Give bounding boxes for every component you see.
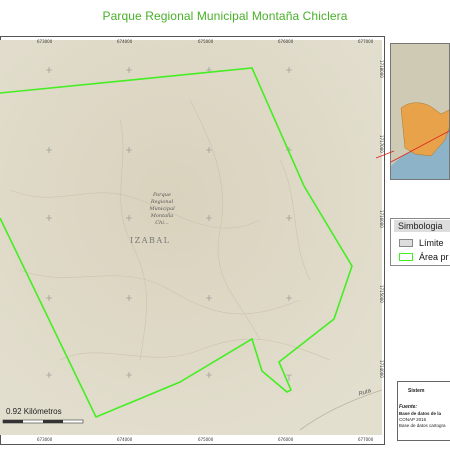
boundary-polygon	[0, 67, 353, 419]
coord-bottom-5: 677000	[358, 437, 374, 442]
locator-pointer-line	[375, 150, 395, 159]
coord-right-1: 1718000	[379, 60, 384, 78]
park-name-label: Parque Regional Municipal Montaña Chi...	[138, 192, 186, 227]
town-label: IZABAL	[130, 236, 171, 245]
scale-label: 0.92 Kilómetros	[6, 407, 62, 416]
info-line: Base de datos cartogra	[399, 423, 446, 428]
legend-title: Simbologia	[394, 220, 450, 232]
legend-swatch-limite	[399, 239, 413, 247]
legend-panel: Simbologia Límite Área pr	[390, 218, 450, 266]
legend-swatch-area	[399, 253, 413, 261]
coord-top-5: 677000	[358, 39, 374, 44]
coord-right-4: 1715000	[379, 285, 384, 303]
legend-item-label: Área pr	[419, 252, 449, 262]
coord-top-1: 673000	[37, 39, 53, 44]
coord-top-3: 675000	[198, 39, 214, 44]
park-label-line: Montaña	[150, 213, 174, 219]
park-boundary[interactable]	[0, 40, 382, 435]
map-area[interactable]	[0, 40, 382, 435]
coord-bottom-2: 674000	[117, 437, 133, 442]
coord-bottom-3: 675000	[198, 437, 214, 442]
coord-right-5: 1714000	[379, 360, 384, 378]
coord-bottom-4: 676000	[278, 437, 294, 442]
info-panel: Sistem Fuente: Base de datos de la CONAP…	[397, 381, 450, 441]
coord-right-3: 1716000	[379, 210, 384, 228]
park-label-line: Chi...	[155, 220, 169, 226]
info-source-label: Fuente:	[399, 404, 418, 410]
coord-top-2: 674000	[117, 39, 133, 44]
info-heading: Sistem	[408, 388, 425, 394]
coord-bottom-1: 673000	[37, 437, 53, 442]
legend-item-label: Límite	[419, 238, 444, 248]
park-label-line: Municipal	[149, 206, 175, 212]
map-title: Parque Regional Municipal Montaña Chicle…	[102, 9, 348, 23]
park-label-line: Regional	[150, 199, 174, 205]
park-label-line: Parque	[153, 192, 171, 198]
coord-top-4: 676000	[278, 39, 294, 44]
